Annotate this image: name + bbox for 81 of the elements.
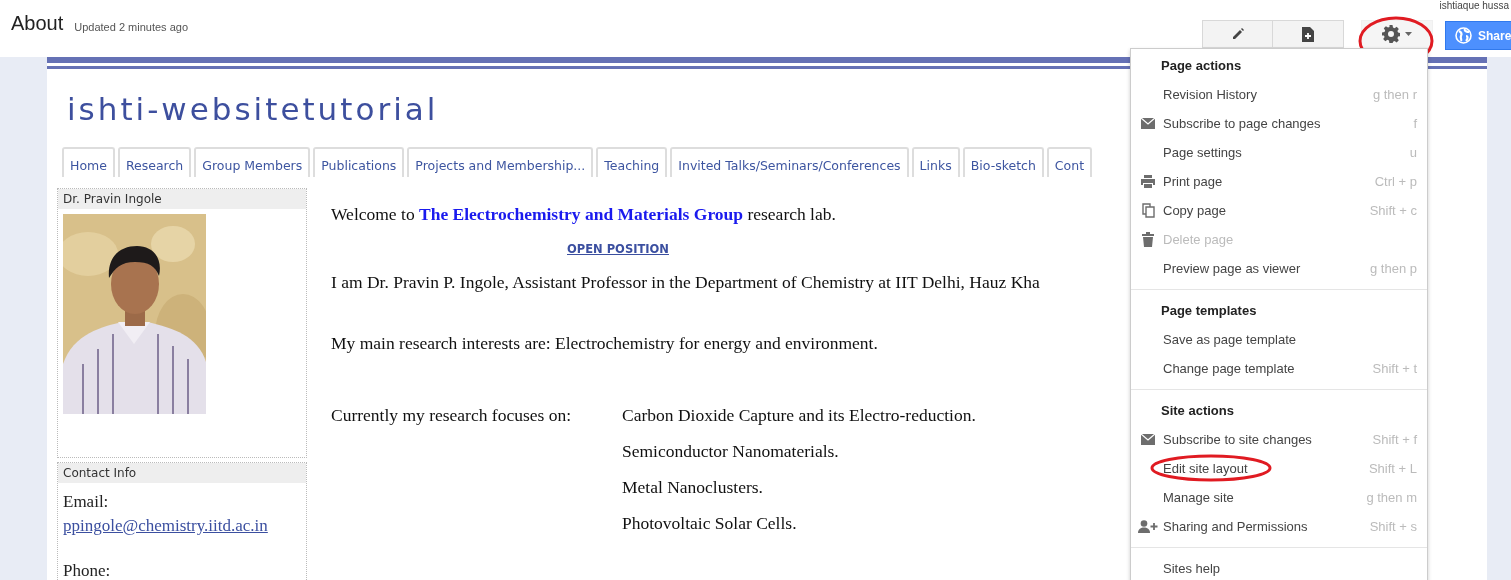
menu-item[interactable]: Subscribe to page changes f: [1131, 109, 1427, 138]
shortcut-text: Shift + s: [1369, 519, 1417, 534]
contact-label: Phone:: [63, 560, 112, 580]
add-person-icon: [1138, 520, 1158, 533]
shortcut-text: g then r: [1372, 87, 1417, 102]
menu-heading: Page templates: [1160, 302, 1258, 320]
updated-text: Updated 2 minutes ago: [74, 21, 188, 33]
menu-item[interactable]: Edit site layout Shift + L: [1131, 454, 1427, 483]
menu-heading: Page actions: [1160, 57, 1243, 75]
nav-tab[interactable]: Publications: [313, 147, 405, 177]
menu-item-label: Copy page: [1163, 203, 1226, 218]
menu-item-label: Print page: [1163, 174, 1223, 189]
focus-item: Carbon Dioxide Capture and its Electro-reduction.: [622, 405, 976, 426]
nav-tab[interactable]: Links: [911, 147, 960, 177]
pencil-icon: [1230, 27, 1245, 41]
menu-item-label: Subscribe to site changes: [1163, 432, 1312, 447]
site-title: ishti-websitetutorial: [66, 90, 439, 129]
menu-item[interactable]: Save as page template: [1131, 325, 1427, 354]
menu-item-label: Change page template: [1163, 361, 1295, 376]
shortcut-text: Shift + t: [1372, 361, 1417, 376]
contact-label: Email:: [63, 491, 110, 513]
menu-item[interactable]: Page settings u: [1131, 138, 1427, 167]
email-link[interactable]: ppingole@chemistry.iitd.ac.in: [63, 516, 268, 535]
menu-item-label: Delete page: [1163, 232, 1234, 247]
shortcut-text: u: [1409, 145, 1417, 160]
shortcut-text: f: [1413, 116, 1417, 131]
trash-icon: [1142, 232, 1154, 247]
shortcut-text: Shift + L: [1368, 461, 1417, 476]
shortcut-text: Shift + f: [1372, 432, 1417, 447]
menu-item[interactable]: Print page Ctrl + p: [1131, 167, 1427, 196]
menu-item-label: Save as page template: [1163, 332, 1296, 347]
menu-item-label: Manage site: [1163, 490, 1234, 505]
settings-icon: [1382, 25, 1400, 43]
new-page-button[interactable]: [1273, 20, 1344, 48]
envelope-icon: [1141, 434, 1155, 445]
menu-item[interactable]: Manage site g then m: [1131, 483, 1427, 512]
menu-item[interactable]: Subscribe to site changes Shift + f: [1131, 425, 1427, 454]
welcome-text: Welcome to The Electrochemistry and Materials Group research lab.: [331, 204, 837, 225]
menu-item-label: Page settings: [1163, 145, 1242, 160]
focus-item: Metal Nanoclusters.: [622, 477, 764, 498]
printer-icon: [1141, 175, 1155, 188]
menu-item[interactable]: Preview page as viewer g then p: [1131, 254, 1427, 283]
menu-item-label: Preview page as viewer: [1163, 261, 1301, 276]
focus-item: Semiconductor Nanomaterials.: [622, 441, 840, 462]
caret-icon: [1405, 32, 1412, 36]
new-page-icon: [1302, 26, 1314, 42]
gadget-title: Dr. Pravin Ingole: [58, 189, 306, 209]
menu-item[interactable]: Change page template Shift + t: [1131, 354, 1427, 383]
menu-heading: Site actions: [1160, 402, 1235, 420]
menu-item[interactable]: Sites help: [1131, 554, 1427, 580]
page-title: About: [11, 12, 64, 35]
nav-tab[interactable]: Bio-sketch: [962, 147, 1044, 177]
menu-item-label: Edit site layout: [1163, 461, 1248, 476]
shortcut-text: g then p: [1370, 261, 1417, 276]
shortcut-text: Ctrl + p: [1374, 174, 1417, 189]
gadget-title: Contact Info: [58, 463, 306, 483]
menu-item-label: Sites help: [1163, 561, 1221, 576]
menu-item-label: Revision History: [1163, 87, 1257, 102]
nav-tab[interactable]: Cont: [1046, 147, 1093, 177]
shortcut-text: g then m: [1366, 490, 1417, 505]
globe-icon: [1455, 27, 1472, 44]
focus-item: Photovoltaic Solar Cells.: [622, 513, 798, 534]
nav-tab[interactable]: Invited Talks/Seminars/Conferences: [670, 147, 909, 177]
shortcut-text: Shift + c: [1369, 203, 1417, 218]
copy-icon: [1141, 203, 1155, 218]
envelope-icon: [1141, 118, 1155, 129]
nav-tab[interactable]: Projects and Membership...: [407, 147, 594, 177]
user-name: ishtiaque hussa: [1439, 0, 1509, 12]
menu-item[interactable]: Sharing and Permissions Shift + s: [1131, 512, 1427, 541]
open-position-link[interactable]: OPEN POSITION: [567, 242, 669, 256]
menu-item-label: Sharing and Permissions: [1163, 519, 1308, 534]
focus-label: Currently my research focuses on:: [331, 405, 573, 427]
intro-text: I am Dr. Pravin P. Ingole, Assistant Professor in the Department of Chemistry at IIT Delhi, Hauz Kha: [331, 272, 1040, 293]
nav-tab[interactable]: Teaching: [596, 147, 668, 177]
nav-tab[interactable]: Home: [62, 147, 115, 177]
nav-tab[interactable]: Group Members: [194, 147, 311, 177]
menu-item[interactable]: Copy page Shift + c: [1131, 196, 1427, 225]
interests-text: My main research interests are: Electrochemistry for energy and environment.: [331, 333, 879, 354]
menu-item[interactable]: Revision History g then r: [1131, 80, 1427, 109]
nav-tab[interactable]: Research: [117, 147, 192, 177]
menu-item-label: Subscribe to page changes: [1163, 116, 1321, 131]
